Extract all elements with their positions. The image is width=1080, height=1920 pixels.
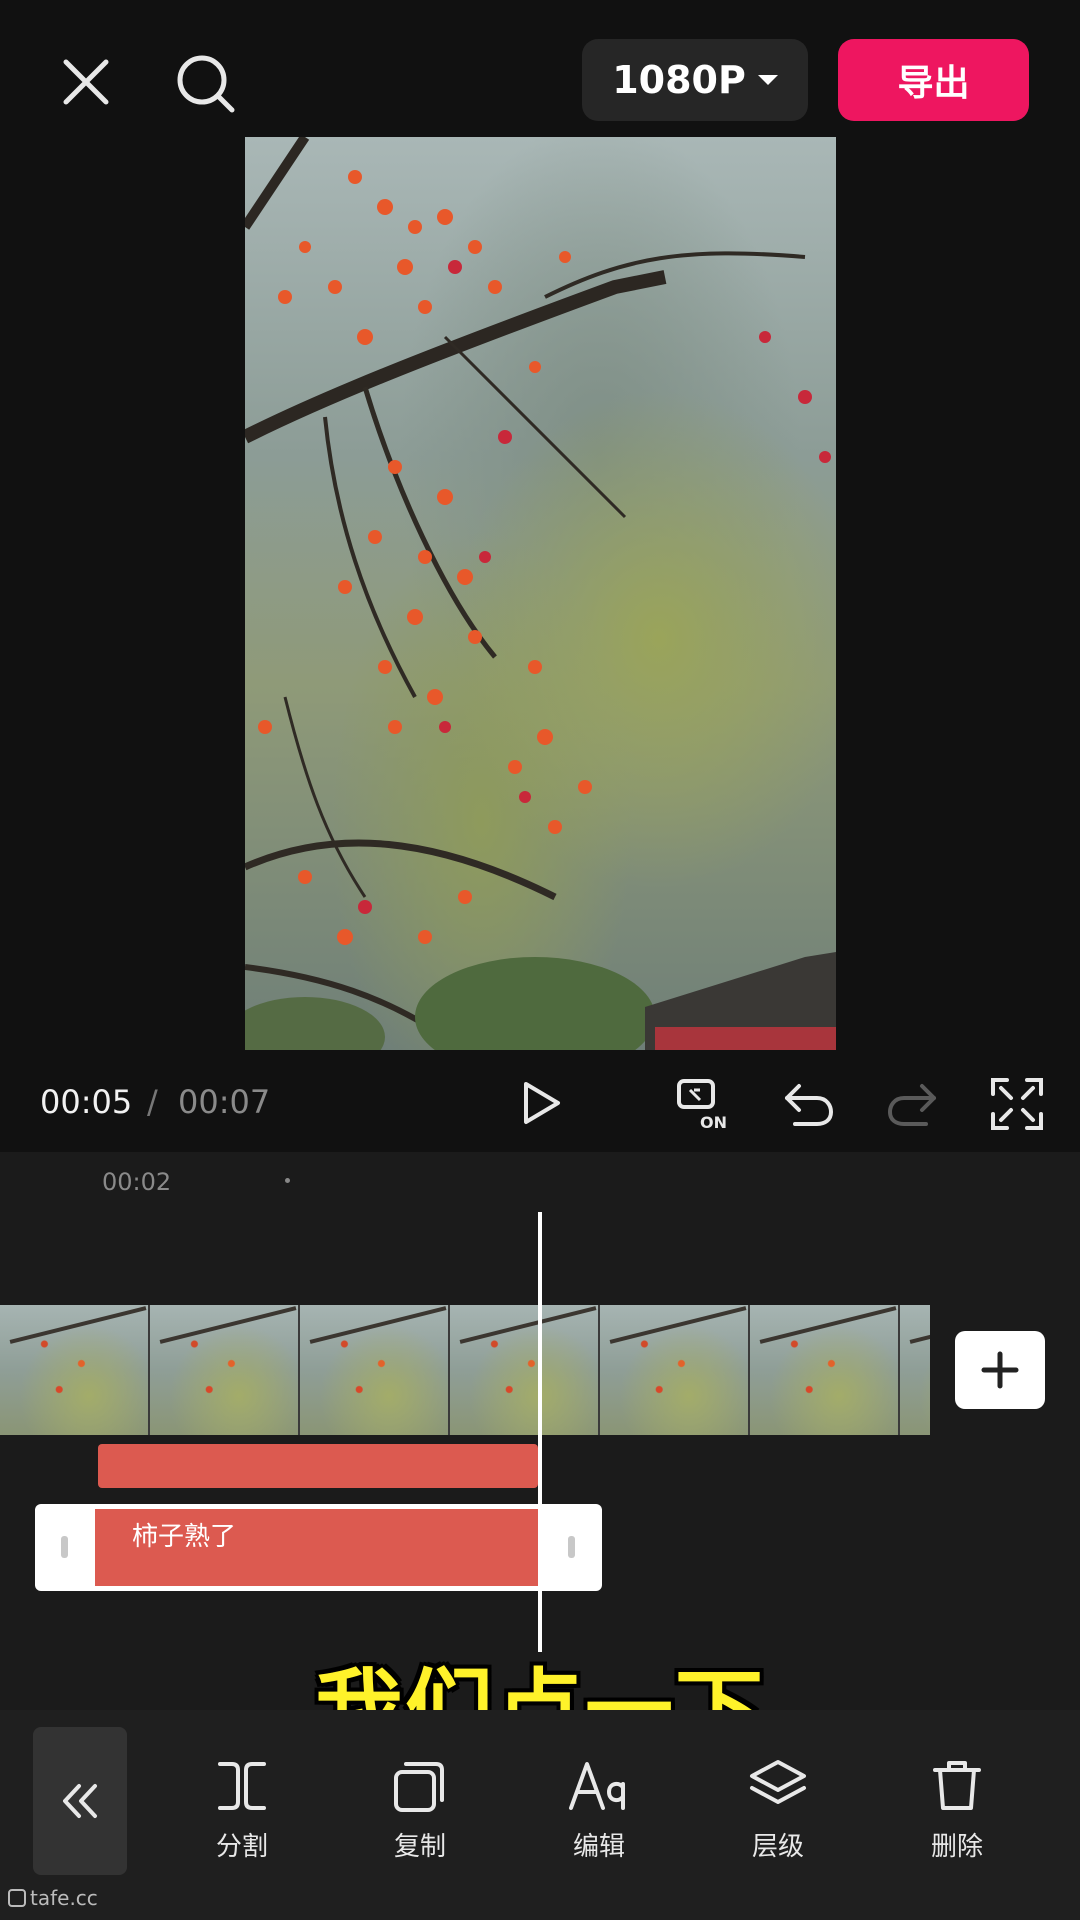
delete-label: 删除	[930, 1832, 983, 1862]
keyframe-on-button[interactable]: ON	[676, 1076, 732, 1132]
watermark-text: tafe.cc	[30, 1886, 98, 1910]
edit-label: 编辑	[572, 1832, 625, 1862]
trash-icon	[933, 1761, 981, 1810]
edit-tool[interactable]: 编辑	[539, 1758, 659, 1863]
redo-icon	[887, 1084, 936, 1126]
watermark-logo-icon	[8, 1889, 26, 1907]
split-label: 分割	[215, 1832, 268, 1862]
copy-tool[interactable]: 复制	[360, 1758, 480, 1863]
play-button[interactable]	[516, 1078, 566, 1128]
video-thumbnail	[300, 1305, 450, 1435]
export-button[interactable]: 导出	[838, 39, 1029, 121]
layers-icon	[750, 1760, 806, 1804]
keyframe-on-icon: ON	[677, 1079, 727, 1132]
resolution-label: 1080P	[612, 58, 746, 102]
trim-handle-left[interactable]	[61, 1536, 68, 1558]
fullscreen-icon	[991, 1078, 1043, 1130]
total-duration: 00:07	[178, 1083, 271, 1121]
trim-handle-right[interactable]	[568, 1536, 575, 1558]
add-clip-button[interactable]	[955, 1331, 1045, 1409]
text-edit-icon	[569, 1762, 625, 1810]
close-icon	[63, 59, 109, 105]
collapse-button[interactable]	[33, 1727, 127, 1875]
resolution-selector[interactable]: 1080P	[582, 39, 808, 121]
video-thumbnail	[150, 1305, 300, 1435]
split-tool[interactable]: 分割	[182, 1758, 302, 1863]
search-button[interactable]	[172, 50, 238, 116]
ruler-tick	[285, 1178, 290, 1183]
fullscreen-button[interactable]	[989, 1076, 1045, 1132]
undo-icon	[785, 1084, 834, 1126]
double-chevron-left-icon	[63, 1784, 97, 1818]
svg-text:ON: ON	[700, 1113, 727, 1132]
text-clip-label: 柿子熟了	[132, 1522, 237, 1552]
video-preview[interactable]	[245, 137, 836, 1050]
persimmon-tree-image	[245, 137, 836, 1050]
video-thumbnail	[900, 1305, 930, 1435]
caret-down-icon	[757, 75, 778, 85]
delete-tool[interactable]: 删除	[897, 1758, 1017, 1863]
ruler-time-label: 00:02	[102, 1168, 172, 1196]
video-thumbnail	[750, 1305, 900, 1435]
layers-label: 层级	[751, 1832, 804, 1862]
close-button[interactable]	[56, 52, 116, 112]
watermark: tafe.cc	[8, 1886, 98, 1910]
search-icon	[177, 55, 235, 113]
current-time: 00:05	[40, 1083, 133, 1121]
undo-button[interactable]	[781, 1076, 837, 1132]
copy-icon	[394, 1762, 444, 1812]
redo-button[interactable]	[884, 1076, 940, 1132]
video-thumbnail	[600, 1305, 750, 1435]
playhead[interactable]	[538, 1212, 542, 1652]
video-thumbnail	[450, 1305, 600, 1435]
effect-track-clip[interactable]	[98, 1444, 538, 1488]
split-icon	[218, 1762, 266, 1810]
layers-tool[interactable]: 层级	[718, 1758, 838, 1863]
time-separator: /	[147, 1083, 158, 1121]
plus-icon	[981, 1351, 1019, 1389]
video-thumbnail	[0, 1305, 150, 1435]
copy-label: 复制	[393, 1832, 446, 1862]
play-icon	[524, 1082, 560, 1124]
video-track[interactable]	[0, 1305, 930, 1435]
